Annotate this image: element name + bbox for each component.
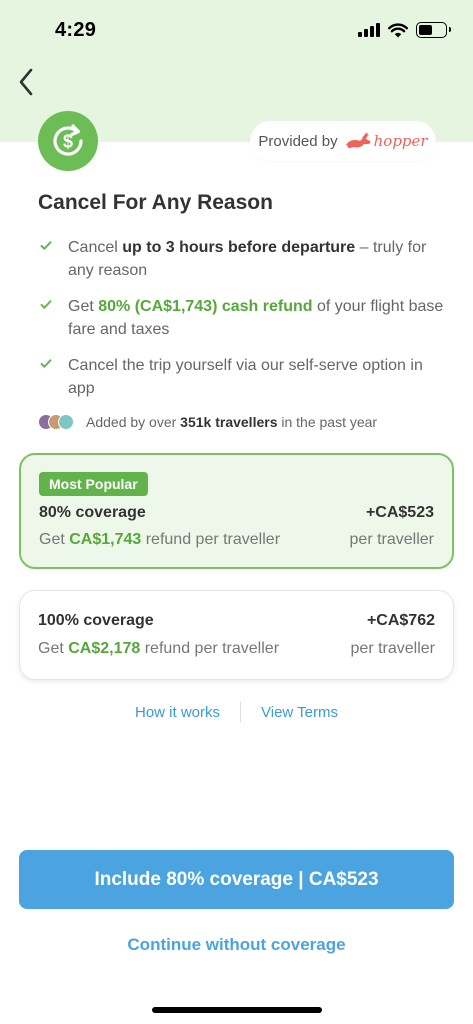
price-unit: per traveller	[349, 531, 434, 548]
benefit-text: Cancel up to 3 hours before departure – …	[68, 239, 427, 279]
benefit-text: Cancel the trip yourself via our self-se…	[68, 357, 423, 397]
benefit-item: Cancel the trip yourself via our self-se…	[38, 354, 448, 400]
coverage-name: 100% coverage	[38, 612, 154, 629]
coverage-description: Get CA$2,178 refund per traveller	[38, 640, 280, 657]
benefit-item: Get 80% (CA$1,743) cash refund of your f…	[38, 295, 448, 341]
checkmark-icon	[40, 300, 52, 309]
provided-by-badge: Provided by hopper	[250, 121, 436, 161]
svg-text:$: $	[63, 132, 73, 152]
hopper-logo: hopper	[344, 132, 428, 150]
cash-refund-icon: $	[38, 111, 98, 171]
checkmark-icon	[40, 359, 52, 368]
provided-by-label: Provided by	[258, 132, 338, 150]
page-title: Cancel For Any Reason	[38, 191, 273, 214]
most-popular-badge: Most Popular	[39, 472, 148, 496]
info-links: How it works View Terms	[0, 702, 473, 722]
checkmark-icon	[40, 241, 52, 250]
coverage-option-80[interactable]: Most Popular 80% coverage +CA$523 Get CA…	[19, 453, 454, 569]
status-bar: 4:29	[0, 0, 473, 60]
include-coverage-button[interactable]: Include 80% coverage | CA$523	[19, 850, 454, 909]
wifi-icon	[388, 22, 408, 37]
traveller-avatars	[38, 412, 78, 432]
back-button[interactable]	[12, 64, 40, 100]
home-indicator[interactable]	[152, 1007, 322, 1013]
status-icons	[358, 22, 451, 38]
benefit-item: Cancel up to 3 hours before departure – …	[38, 236, 448, 282]
provider-name: hopper	[373, 132, 428, 150]
coverage-option-100[interactable]: 100% coverage +CA$762 Get CA$2,178 refun…	[19, 590, 454, 680]
view-terms-link[interactable]: View Terms	[261, 704, 338, 721]
coverage-name: 80% coverage	[39, 504, 146, 521]
continue-without-coverage-link[interactable]: Continue without coverage	[0, 935, 473, 955]
bunny-icon	[345, 132, 371, 148]
coverage-price: +CA$762	[366, 612, 435, 629]
benefits-list: Cancel up to 3 hours before departure – …	[38, 236, 448, 413]
refund-arrows-icon: $	[53, 124, 83, 156]
battery-icon	[416, 22, 451, 38]
social-proof: Added by over 351k travellers in the pas…	[38, 412, 377, 432]
avatar	[58, 414, 74, 430]
cellular-signal-icon	[358, 23, 380, 37]
how-it-works-link[interactable]: How it works	[135, 704, 220, 721]
coverage-price: +CA$523	[365, 504, 434, 521]
benefit-text: Get 80% (CA$1,743) cash refund of your f…	[68, 298, 444, 338]
battery-fill	[419, 25, 432, 35]
link-divider	[240, 702, 242, 722]
coverage-description: Get CA$1,743 refund per traveller	[39, 531, 281, 548]
status-time: 4:29	[55, 19, 97, 41]
price-unit: per traveller	[350, 640, 435, 657]
social-proof-text: Added by over 351k travellers in the pas…	[86, 414, 378, 430]
chevron-left-icon	[19, 68, 33, 96]
